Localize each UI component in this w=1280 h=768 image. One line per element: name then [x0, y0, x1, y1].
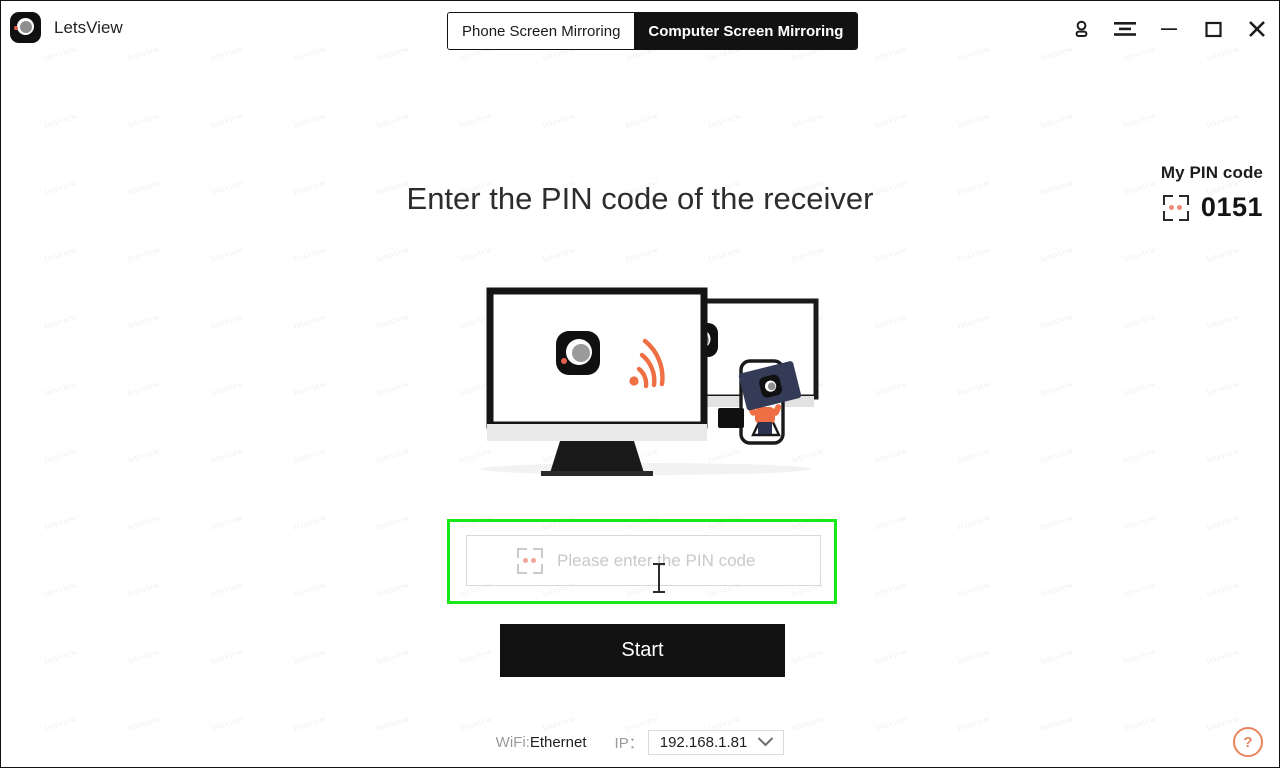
chevron-down-icon	[757, 734, 774, 751]
account-icon[interactable]	[1059, 7, 1103, 51]
close-icon[interactable]	[1235, 7, 1279, 51]
mirroring-mode-tabs: Phone Screen Mirroring Computer Screen M…	[447, 12, 859, 50]
pin-input[interactable]: Please enter the PIN code	[466, 535, 821, 586]
tab-phone-screen-mirroring[interactable]: Phone Screen Mirroring	[448, 13, 635, 49]
my-pin-code-badge: My PIN code 0151	[1161, 163, 1263, 223]
tab-computer-screen-mirroring[interactable]: Computer Screen Mirroring	[634, 13, 858, 49]
screen-mirroring-illustration	[456, 283, 831, 478]
menu-icon[interactable]	[1103, 7, 1147, 51]
app-title: LetsView	[54, 17, 123, 37]
app-brand: LetsView	[10, 12, 123, 43]
wifi-label: WiFi:	[495, 733, 530, 751]
wifi-value: Ethernet	[529, 733, 587, 751]
title-bar: LetsView Phone Screen Mirroring Computer…	[1, 1, 1279, 57]
text-cursor	[653, 563, 665, 593]
ip-status: IP： 192.168.1.81	[614, 729, 785, 755]
page-title: Enter the PIN code of the receiver	[406, 181, 874, 216]
ip-address-value: 192.168.1.81	[659, 733, 748, 751]
minimize-icon[interactable]	[1147, 7, 1191, 51]
help-button[interactable]: ?	[1233, 727, 1263, 757]
scan-code-icon	[517, 547, 543, 574]
ip-label: IP：	[614, 734, 644, 752]
my-pin-code-label: My PIN code	[1160, 163, 1263, 182]
ip-address-select[interactable]: 192.168.1.81	[647, 729, 785, 755]
window-controls	[1059, 1, 1279, 57]
scan-code-icon	[1162, 194, 1189, 221]
letsview-logo-icon	[10, 12, 41, 43]
letsview-window: letsview letsview letsview letsview letsview…	[0, 0, 1280, 768]
status-bar: WiFi:Ethernet IP： 192.168.1.81 ?	[1, 725, 1279, 759]
start-button[interactable]: Start	[500, 624, 785, 677]
wifi-status: WiFi:Ethernet	[496, 734, 587, 751]
maximize-icon[interactable]	[1191, 7, 1235, 51]
my-pin-code-value: 0151	[1200, 192, 1263, 222]
